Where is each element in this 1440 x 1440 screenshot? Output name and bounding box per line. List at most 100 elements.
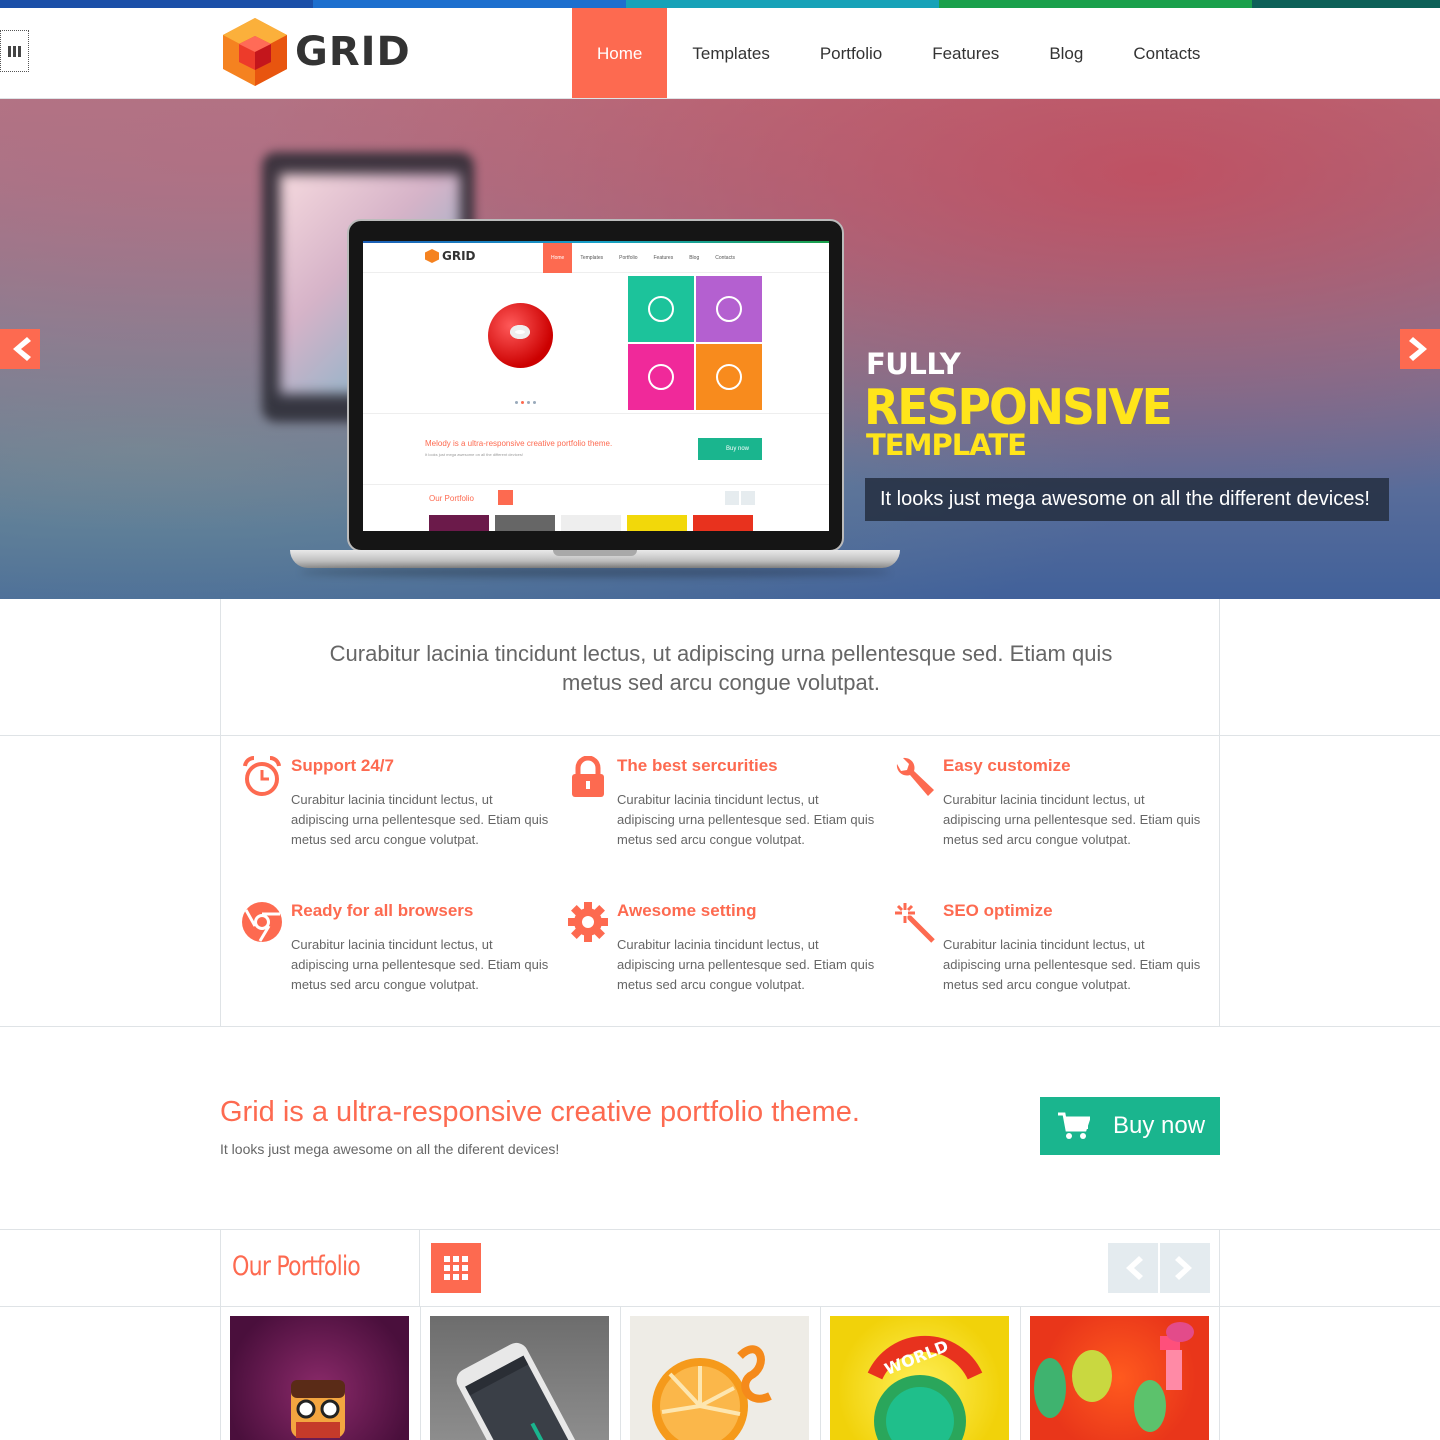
portfolio-item-3d-characters[interactable] (1030, 1316, 1209, 1440)
mockup-nav: Home Templates Portfolio Features Blog C… (543, 243, 743, 273)
lock-icon (572, 756, 604, 797)
menu-bars-icon (13, 45, 16, 57)
site-header: GRID Home Templates Portfolio Features B… (0, 8, 1440, 99)
strip-segment (939, 0, 1253, 8)
mockup-divider (363, 413, 829, 414)
alarm-clock-icon (243, 756, 281, 796)
portfolio-item-pixel-character[interactable] (230, 1316, 409, 1440)
feature-title: Easy customize (943, 756, 1071, 775)
strip-segment (0, 0, 314, 8)
nav-portfolio[interactable]: Portfolio (795, 8, 907, 98)
hero-next-button[interactable] (1400, 329, 1440, 369)
mockup-portfolio-title: Our Portfolio (429, 494, 474, 503)
top-color-strip (0, 0, 1440, 8)
mockup-logo-text: GRID (442, 249, 476, 263)
chevron-left-icon (1126, 1256, 1143, 1280)
phone-app-image (456, 1342, 588, 1440)
laptop-shadow (300, 567, 890, 577)
main-nav: Home Templates Portfolio Features Blog C… (572, 8, 1225, 98)
hero-prev-button[interactable] (0, 329, 40, 369)
buy-now-label: Buy now (1113, 1112, 1206, 1139)
menu-bars-icon (8, 45, 11, 57)
grid-separator (420, 1307, 421, 1440)
laptop-screen: GRID Home Templates Portfolio Features B… (363, 241, 829, 531)
gear-icon (568, 902, 608, 942)
section-divider (0, 1026, 1440, 1027)
magic-wand-icon (895, 903, 935, 943)
hero-caption: It looks just mega awesome on all the di… (865, 478, 1389, 521)
strip-segment (1252, 0, 1440, 8)
features-section: Support 24/7 Curabitur lacinia tincidunt… (220, 736, 1220, 1027)
mockup-pager (725, 491, 755, 505)
portfolio-grid: WORLD (220, 1307, 1220, 1440)
feature-title: Support 24/7 (291, 756, 394, 775)
cta-title: Grid is a ultra-responsive creative port… (220, 1096, 860, 1128)
mockup-slider-dots (515, 401, 536, 404)
pixel-character-image (291, 1380, 345, 1438)
arrow-left-icon (13, 337, 31, 361)
feature-title: Awesome setting (617, 901, 757, 920)
buy-now-button[interactable]: Buy now (1040, 1097, 1220, 1155)
feature-text: Curabitur lacinia tincidunt lectus, ut a… (291, 937, 549, 992)
html5-tile-icon (696, 344, 762, 410)
feature-title: Ready for all browsers (291, 901, 474, 920)
portfolio-header: Our Portfolio (220, 1229, 1220, 1307)
mockup-tiles (628, 276, 762, 410)
portfolio-prev-button[interactable] (1108, 1243, 1158, 1293)
orange-image (652, 1345, 772, 1440)
mockup-cube-icon (425, 249, 439, 263)
laptop-notch (553, 550, 637, 556)
grid-separator (1020, 1307, 1021, 1440)
grid-separator (820, 1307, 821, 1440)
mockup-nav-item: Portfolio (619, 255, 638, 261)
portfolio-item-world-wide[interactable]: WORLD (830, 1316, 1009, 1440)
menu-bars-icon (18, 45, 21, 57)
cart-icon (1058, 1112, 1090, 1139)
chrome-icon (242, 902, 282, 942)
hero-heading-line3: TEMPLATE (866, 428, 1027, 462)
feature-text: Curabitur lacinia tincidunt lectus, ut a… (943, 792, 1201, 847)
intro-text: Curabitur lacinia tincidunt lectus, ut a… (329, 641, 1113, 695)
menu-toggle-button[interactable] (0, 30, 29, 72)
portfolio-item-orange[interactable] (630, 1316, 809, 1440)
mockup-header: GRID Home Templates Portfolio Features B… (363, 243, 829, 273)
strip-segment (626, 0, 940, 8)
chevron-right-icon (1175, 1256, 1192, 1280)
portfolio-title-cell: Our Portfolio (221, 1229, 420, 1307)
dribbble-tile-icon (628, 344, 694, 410)
mockup-nav-item: Blog (689, 255, 700, 261)
portfolio-grid-button[interactable] (431, 1243, 481, 1293)
cta-subtitle: It looks just mega awesome on all the di… (220, 1141, 560, 1157)
mockup-subtext: It looks just mega awesome on all the di… (425, 452, 523, 457)
mockup-nav-item: Templates (580, 255, 604, 261)
hero-slider: GRID Home Templates Portfolio Features B… (0, 99, 1440, 599)
intro-section: Curabitur lacinia tincidunt lectus, ut a… (220, 599, 1220, 736)
portfolio-title: Our Portfolio (232, 1251, 361, 1282)
nav-home[interactable]: Home (572, 8, 668, 98)
nav-templates[interactable]: Templates (667, 8, 794, 98)
portfolio-pager (1108, 1243, 1210, 1293)
nav-blog[interactable]: Blog (1024, 8, 1108, 98)
nav-contacts[interactable]: Contacts (1108, 8, 1225, 98)
feature-title: SEO optimize (943, 901, 1053, 920)
cube-logo-icon (223, 18, 287, 86)
mockup-thumbnails (429, 515, 753, 531)
arrow-right-icon (1409, 337, 1427, 361)
3d-characters-image (1034, 1322, 1194, 1432)
portfolio-next-button[interactable] (1160, 1243, 1210, 1293)
dropbox-tile-icon (696, 276, 762, 342)
logo-text: GRID (295, 29, 411, 75)
mockup-logo: GRID (425, 249, 476, 263)
grid-separator (620, 1307, 621, 1440)
mockup-grid-icon (498, 490, 513, 505)
mockup-buy-button: Buy now (698, 438, 762, 460)
feature-text: Curabitur lacinia tincidunt lectus, ut a… (291, 792, 549, 847)
nav-features[interactable]: Features (907, 8, 1024, 98)
feature-text: Curabitur lacinia tincidunt lectus, ut a… (943, 937, 1201, 992)
feature-text: Curabitur lacinia tincidunt lectus, ut a… (617, 937, 875, 992)
feature-title: The best sercurities (617, 756, 778, 775)
laptop-mockup: GRID Home Templates Portfolio Features B… (347, 219, 844, 552)
portfolio-item-phone-app[interactable] (430, 1316, 609, 1440)
mockup-tagline: Melody is a ultra-responsive creative po… (425, 439, 613, 448)
site-logo[interactable]: GRID (221, 16, 411, 88)
